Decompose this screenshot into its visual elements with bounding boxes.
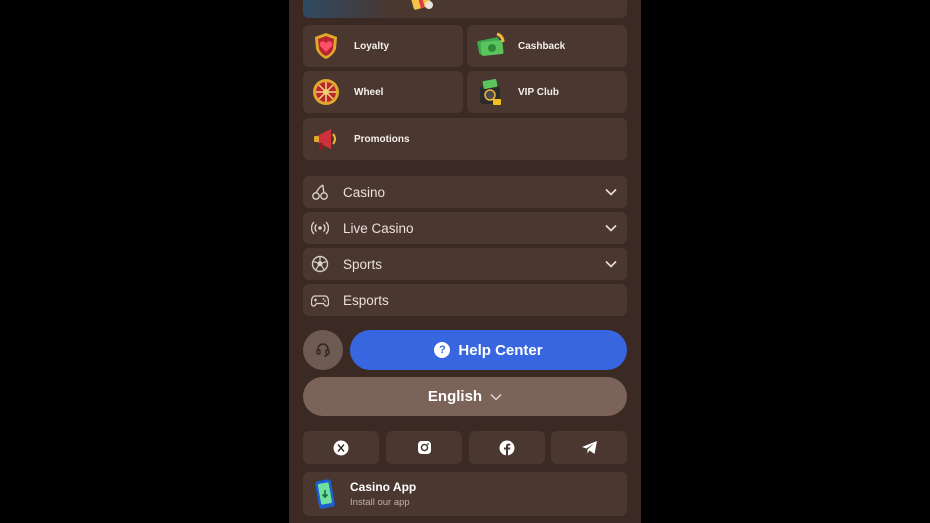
headset-icon [316, 343, 330, 357]
tile-promotions[interactable]: Promotions [303, 118, 627, 160]
gamepad-icon [311, 295, 329, 307]
live-support-button[interactable] [303, 330, 343, 370]
social-instagram-button[interactable] [386, 431, 462, 464]
nav-item-sports[interactable]: Sports [303, 248, 627, 280]
cashback-money-icon [477, 32, 505, 56]
top-banner-card[interactable] [303, 0, 627, 18]
nav-item-live-casino[interactable]: Live Casino [303, 212, 627, 244]
social-x-button[interactable] [303, 431, 379, 464]
selected-language: English [427, 388, 483, 405]
nav-label: Sports [343, 256, 383, 272]
loyalty-shield-heart-icon [315, 33, 337, 59]
nav-item-casino[interactable]: Casino [303, 176, 627, 208]
nav-label: Esports [343, 292, 389, 308]
tile-label: Wheel [354, 86, 384, 98]
phone-app-icon [315, 479, 335, 509]
nav-item-esports[interactable]: Esports [303, 284, 627, 316]
fortune-wheel-icon [313, 79, 339, 105]
chevron-down-icon[interactable] [605, 188, 617, 196]
chevron-down-icon[interactable] [605, 224, 617, 232]
tile-loyalty[interactable]: Loyalty [303, 25, 463, 67]
app-text: Casino App Install our app [350, 480, 416, 508]
tile-label: VIP Club [518, 86, 559, 98]
x-icon [333, 440, 349, 455]
cherries-icon [312, 184, 328, 200]
nav-label: Live Casino [343, 220, 414, 236]
app-subtitle: Install our app [350, 497, 410, 508]
tile-cashback[interactable]: Cashback [467, 25, 627, 67]
banner-graphic [303, 0, 393, 18]
tile-label: Loyalty [354, 40, 390, 52]
tile-label: Cashback [518, 40, 566, 52]
gift-box-icon [410, 0, 433, 10]
casino-app-card[interactable]: Casino App Install our app [303, 472, 627, 516]
facebook-icon [499, 440, 515, 456]
vip-safe-icon [480, 79, 501, 105]
app-title: Casino App [350, 480, 417, 494]
language-selector[interactable]: English [303, 377, 627, 416]
tile-label: Promotions [354, 133, 410, 145]
telegram-icon [581, 441, 597, 454]
chevron-down-icon [490, 393, 502, 401]
broadcast-icon [311, 221, 329, 235]
social-facebook-button[interactable] [469, 431, 545, 464]
sidebar-menu-panel: Loyalty Cashback Wheel VIP Club Promotio… [289, 0, 641, 523]
social-telegram-button[interactable] [551, 431, 627, 464]
chevron-down-icon[interactable] [605, 260, 617, 268]
question-mark-icon: ? [434, 342, 451, 358]
promotions-megaphone-icon [314, 129, 336, 150]
soccer-ball-icon [311, 255, 329, 273]
tile-vip-club[interactable]: VIP Club [467, 71, 627, 113]
instagram-icon [417, 441, 431, 454]
tile-wheel[interactable]: Wheel [303, 71, 463, 113]
help-center-label: Help Center [458, 341, 543, 359]
help-center-button[interactable]: ? Help Center [350, 330, 627, 370]
nav-label: Casino [343, 184, 386, 200]
